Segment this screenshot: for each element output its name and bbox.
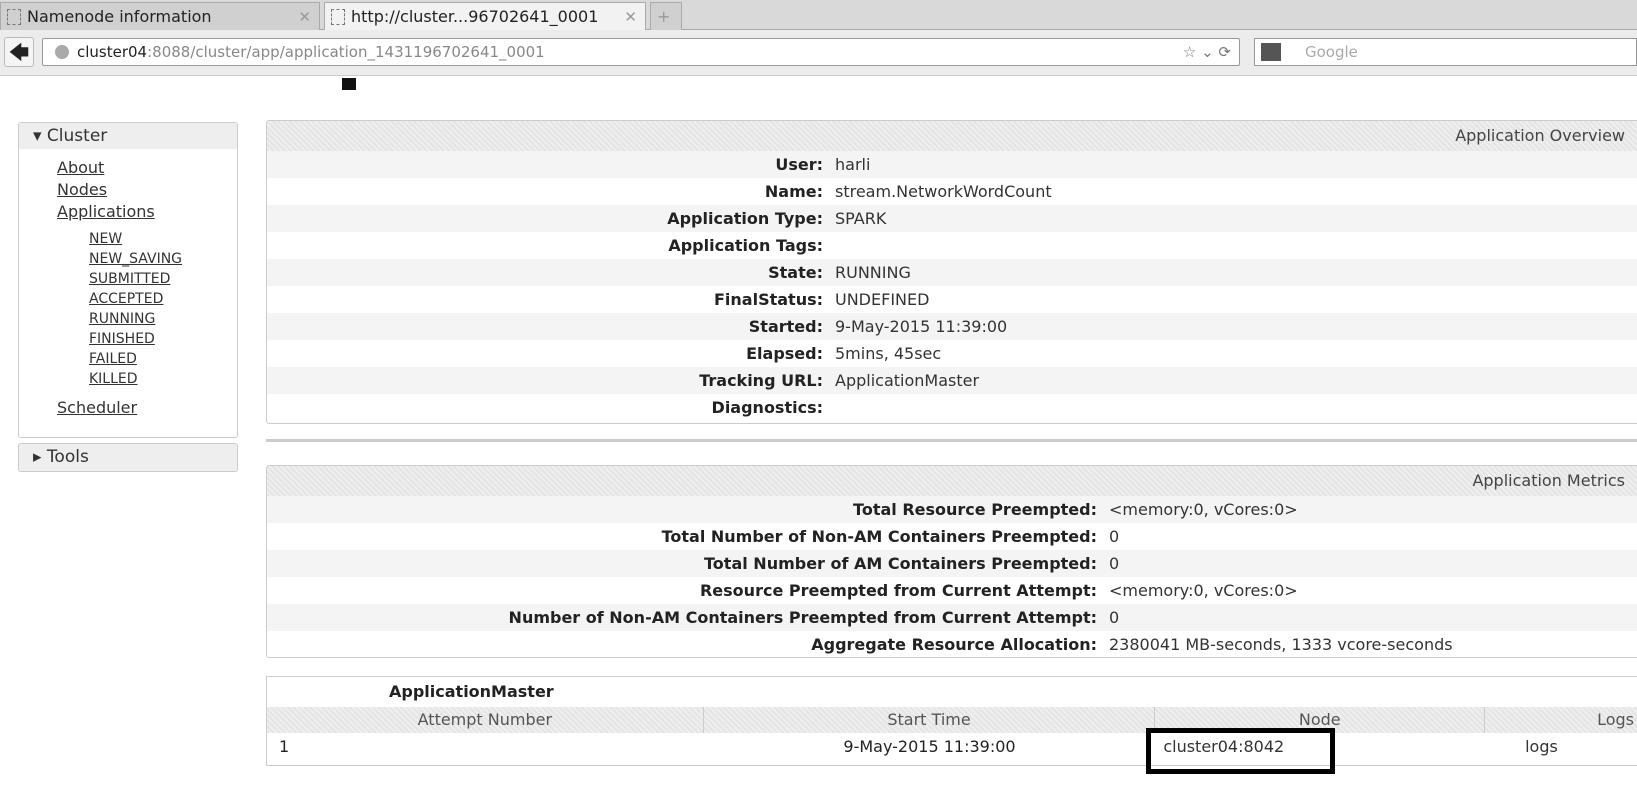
sidebar-state-new[interactable]: NEW xyxy=(19,229,237,249)
tools-header[interactable]: ▸ Tools xyxy=(18,443,238,472)
logo-fragment xyxy=(342,78,356,90)
info-row: Elapsed: 5mins, 45sec xyxy=(267,340,1637,367)
col-start-time[interactable]: Start Time xyxy=(704,707,1156,733)
am-title: ApplicationMaster xyxy=(389,682,554,701)
row-label: Application Tags: xyxy=(668,236,823,255)
highlight-box xyxy=(1146,728,1335,774)
row-label: Started: xyxy=(748,317,823,336)
tracking-url-link[interactable]: ApplicationMaster xyxy=(835,371,979,390)
tab-namenode[interactable]: Namenode information ✕ xyxy=(0,2,320,30)
sidebar-state-failed[interactable]: FAILED xyxy=(19,349,237,369)
info-row: Application Type: SPARK xyxy=(267,205,1637,232)
url-bar[interactable]: cluster04:8088/cluster/app/application_1… xyxy=(42,38,1240,66)
row-value: harli xyxy=(835,155,871,174)
row-label: Resource Preempted from Current Attempt: xyxy=(699,581,1097,600)
info-row: Diagnostics: xyxy=(267,394,1637,421)
row-label: Application Type: xyxy=(667,209,823,228)
row-value: <memory:0, vCores:0> xyxy=(1109,500,1298,519)
table-header: Attempt Number Start Time Node Logs xyxy=(267,707,1637,733)
col-attempt[interactable]: Attempt Number xyxy=(267,707,704,733)
start-time: 9-May-2015 11:39:00 xyxy=(843,737,1016,756)
info-row: Resource Preempted from Current Attempt:… xyxy=(267,577,1637,604)
info-row: Number of Non-AM Containers Preempted fr… xyxy=(267,604,1637,631)
tab-bar: Namenode information ✕ http://cluster...9… xyxy=(0,0,1637,30)
row-value: 9-May-2015 11:39:00 xyxy=(835,317,1008,336)
row-label: Total Resource Preempted: xyxy=(853,500,1097,519)
row-label: State: xyxy=(768,263,823,282)
page-icon xyxy=(331,8,345,25)
row-label: Name: xyxy=(764,182,823,201)
info-row: Started: 9-May-2015 11:39:00 xyxy=(267,313,1637,340)
overview-title: Application Overview xyxy=(267,121,1637,151)
application-master-table: ApplicationMaster Attempt Number Start T… xyxy=(266,676,1637,766)
row-value: stream.NetworkWordCount xyxy=(835,182,1052,201)
row-value: RUNNING xyxy=(835,263,911,282)
logs-link[interactable]: logs xyxy=(1525,737,1558,756)
sidebar-state-submitted[interactable]: SUBMITTED xyxy=(19,269,237,289)
sidebar-state-killed[interactable]: KILLED xyxy=(19,369,237,389)
row-value: 0 xyxy=(1109,554,1120,573)
info-row: Application Tags: xyxy=(267,232,1637,259)
row-label: Diagnostics: xyxy=(711,398,823,417)
info-row: Total Resource Preempted: <memory:0, vCor… xyxy=(267,496,1637,523)
row-value: UNDEFINED xyxy=(835,290,930,309)
sidebar-state-accepted[interactable]: ACCEPTED xyxy=(19,289,237,309)
info-row: Tracking URL: ApplicationMaster xyxy=(267,367,1637,394)
table-row: 1 9-May-2015 11:39:00 cluster04:8042 log… xyxy=(267,733,1637,761)
application-metrics: Application Metrics Total Resource Preem… xyxy=(266,465,1637,658)
info-row: State: RUNNING xyxy=(267,259,1637,286)
sidebar-state-running[interactable]: RUNNING xyxy=(19,309,237,329)
row-label: Tracking URL: xyxy=(699,371,823,390)
info-row: Total Number of AM Containers Preempted:… xyxy=(267,550,1637,577)
sidebar-nodes[interactable]: Nodes xyxy=(19,179,237,201)
row-label: Elapsed: xyxy=(746,344,823,363)
row-value: SPARK xyxy=(835,209,887,228)
new-tab-button[interactable]: + xyxy=(650,2,682,30)
row-label: Total Number of Non-AM Containers Preemp… xyxy=(661,527,1097,546)
divider xyxy=(266,439,1637,442)
col-logs[interactable]: Logs xyxy=(1485,707,1637,733)
info-row: FinalStatus: UNDEFINED xyxy=(267,286,1637,313)
row-label: User: xyxy=(775,155,823,174)
sidebar: ▾ Cluster About Nodes Applications NEW N… xyxy=(18,122,238,438)
sidebar-state-new-saving[interactable]: NEW_SAVING xyxy=(19,249,237,269)
row-value: 5mins, 45sec xyxy=(835,344,942,363)
bookmark-star-icon[interactable]: ☆ ⌄ ⟳ xyxy=(1183,39,1231,65)
info-row: Name: stream.NetworkWordCount xyxy=(267,178,1637,205)
metrics-title: Application Metrics xyxy=(267,466,1637,496)
row-value: <memory:0, vCores:0> xyxy=(1109,581,1298,600)
sidebar-scheduler[interactable]: Scheduler xyxy=(19,397,237,419)
attempt-number: 1 xyxy=(279,737,290,756)
cluster-header[interactable]: ▾ Cluster xyxy=(19,123,237,149)
row-label: Number of Non-AM Containers Preempted fr… xyxy=(508,608,1097,627)
globe-icon xyxy=(55,45,69,59)
sidebar-applications[interactable]: Applications xyxy=(19,201,237,223)
row-value: 0 xyxy=(1109,608,1120,627)
row-label: FinalStatus: xyxy=(713,290,823,309)
close-icon[interactable]: ✕ xyxy=(624,8,637,26)
sidebar-about[interactable]: About xyxy=(19,157,237,179)
row-value: 2380041 MB-seconds, 1333 vcore-seconds xyxy=(1109,635,1453,654)
row-label: Aggregate Resource Allocation: xyxy=(811,635,1097,654)
back-button[interactable]: 🡄 xyxy=(4,37,34,67)
close-icon[interactable]: ✕ xyxy=(298,8,311,26)
row-label: Total Number of AM Containers Preempted: xyxy=(704,554,1097,573)
tab-application[interactable]: http://cluster...96702641_0001 ✕ xyxy=(324,2,646,30)
page-icon xyxy=(7,8,21,25)
info-row: User: harli xyxy=(267,151,1637,178)
sidebar-state-finished[interactable]: FINISHED xyxy=(19,329,237,349)
search-engine-icon[interactable] xyxy=(1261,43,1281,61)
search-input[interactable]: Google xyxy=(1254,38,1637,66)
info-row: Total Number of Non-AM Containers Preemp… xyxy=(267,523,1637,550)
row-value: ApplicationMaster xyxy=(835,371,979,390)
info-row: Aggregate Resource Allocation: 2380041 MB… xyxy=(267,631,1637,658)
row-value: 0 xyxy=(1109,527,1120,546)
nav-bar: 🡄 cluster04:8088/cluster/app/application… xyxy=(0,30,1637,76)
application-overview: Application Overview User: harli Name: stre… xyxy=(266,120,1637,424)
